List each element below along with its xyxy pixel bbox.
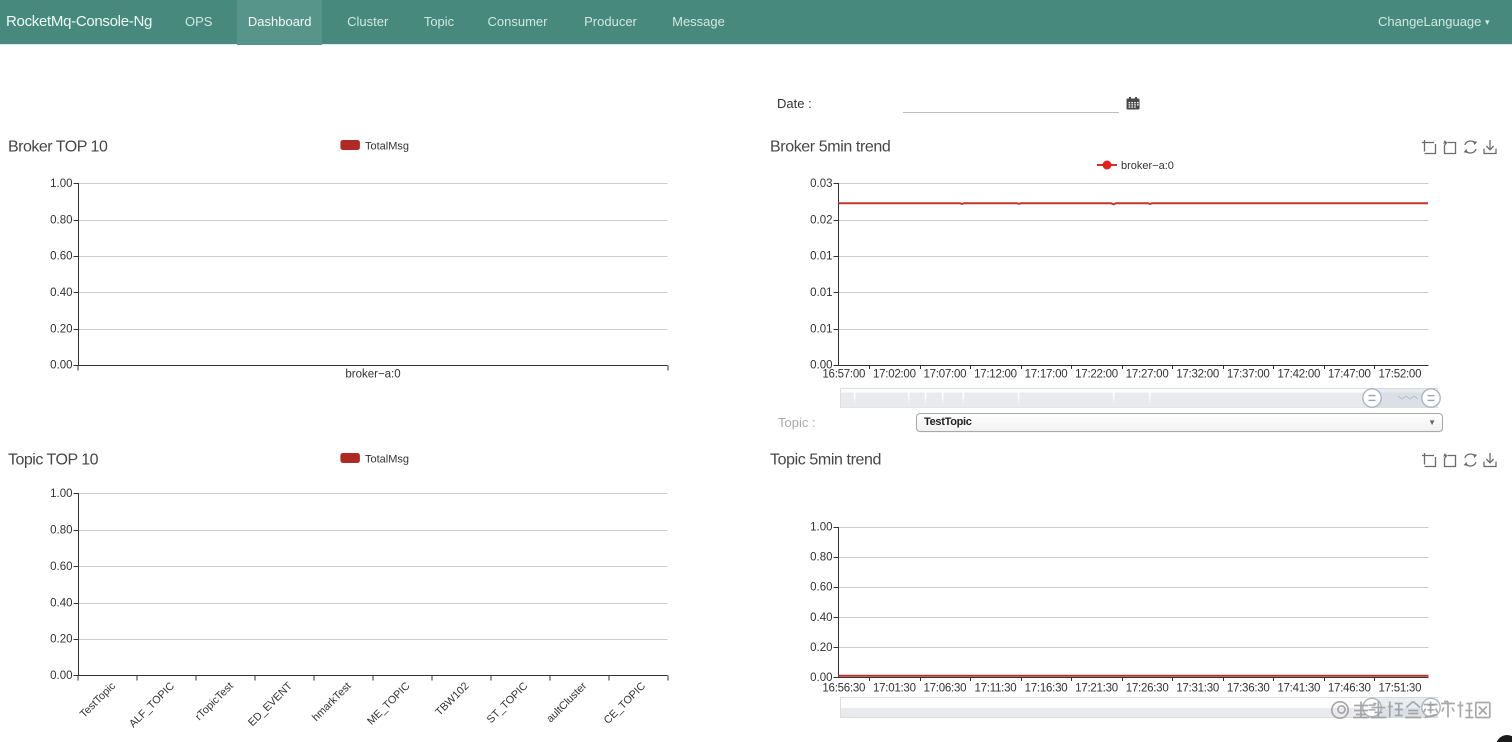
svg-text:0.80: 0.80: [50, 214, 72, 226]
svg-text:0.40: 0.40: [50, 597, 72, 609]
svg-text:17:16:30: 17:16:30: [1025, 683, 1068, 695]
svg-text:17:36:30: 17:36:30: [1227, 683, 1270, 695]
svg-text:17:11:30: 17:11:30: [974, 683, 1016, 695]
svg-text:TBW102: TBW102: [433, 680, 471, 718]
svg-text:17:27:00: 17:27:00: [1126, 369, 1169, 381]
svg-text:CE_TOPIC: CE_TOPIC: [602, 680, 649, 727]
svg-text:Topic TOP 10: Topic TOP 10: [8, 452, 99, 469]
svg-text:17:32:00: 17:32:00: [1176, 369, 1219, 381]
svg-text:broker−a:0: broker−a:0: [345, 369, 400, 381]
svg-text:17:26:30: 17:26:30: [1126, 683, 1169, 695]
svg-text:ALF_TOPIC: ALF_TOPIC: [127, 680, 177, 730]
svg-text:TestTopic: TestTopic: [78, 680, 119, 721]
svg-text:17:37:00: 17:37:00: [1227, 369, 1270, 381]
svg-text:Broker TOP 10: Broker TOP 10: [8, 139, 108, 156]
svg-text:17:41:30: 17:41:30: [1277, 683, 1320, 695]
svg-text:16:56:30: 16:56:30: [822, 683, 865, 695]
svg-text:0.80: 0.80: [50, 525, 72, 537]
svg-text:TotalMsg: TotalMsg: [365, 454, 409, 466]
svg-text:ST_TOPIC: ST_TOPIC: [485, 680, 531, 726]
svg-text:0.01: 0.01: [810, 251, 832, 263]
svg-text:0.00: 0.00: [50, 670, 72, 682]
svg-text:aultCluster: aultCluster: [544, 680, 589, 725]
svg-text:17:12:00: 17:12:00: [974, 369, 1017, 381]
svg-text:17:52:00: 17:52:00: [1378, 369, 1421, 381]
svg-text:1.00: 1.00: [50, 178, 72, 190]
svg-text:0.20: 0.20: [50, 634, 72, 646]
svg-text:0.60: 0.60: [810, 582, 832, 594]
svg-text:1.00: 1.00: [50, 488, 72, 500]
svg-text:0.60: 0.60: [50, 251, 72, 263]
svg-text:0.20: 0.20: [50, 323, 72, 335]
svg-text:17:42:00: 17:42:00: [1277, 369, 1320, 381]
svg-text:TotalMsg: TotalMsg: [365, 141, 409, 153]
svg-text:0.02: 0.02: [810, 214, 832, 226]
svg-text:16:57:00: 16:57:00: [822, 369, 865, 381]
svg-text:0.60: 0.60: [50, 561, 72, 573]
svg-text:17:06:30: 17:06:30: [924, 683, 967, 695]
svg-text:ME_TOPIC: ME_TOPIC: [365, 680, 413, 728]
svg-text:hmarkTest: hmarkTest: [310, 680, 354, 724]
svg-text:0.80: 0.80: [810, 552, 832, 564]
svg-text:17:46:30: 17:46:30: [1328, 683, 1371, 695]
svg-text:17:22:00: 17:22:00: [1075, 369, 1118, 381]
svg-text:0.01: 0.01: [810, 287, 832, 299]
svg-text:1.00: 1.00: [810, 522, 832, 534]
svg-text:0.40: 0.40: [810, 612, 832, 624]
svg-text:17:17:00: 17:17:00: [1025, 369, 1068, 381]
svg-text:broker−a:0: broker−a:0: [1121, 160, 1174, 172]
svg-text:17:01:30: 17:01:30: [873, 683, 916, 695]
svg-text:0.00: 0.00: [50, 360, 72, 372]
svg-text:17:51:30: 17:51:30: [1378, 683, 1421, 695]
svg-text:rTopicTest: rTopicTest: [193, 680, 236, 723]
svg-text:0.03: 0.03: [810, 178, 832, 190]
svg-text:Broker 5min trend: Broker 5min trend: [770, 139, 890, 156]
svg-text:ED_EVENT: ED_EVENT: [246, 680, 295, 729]
svg-text:0.40: 0.40: [50, 287, 72, 299]
svg-text:17:47:00: 17:47:00: [1328, 369, 1371, 381]
svg-text:Topic 5min trend: Topic 5min trend: [770, 452, 881, 469]
svg-text:17:07:00: 17:07:00: [924, 369, 967, 381]
svg-text:0.20: 0.20: [810, 642, 832, 654]
svg-text:17:02:00: 17:02:00: [873, 369, 916, 381]
svg-text:17:31:30: 17:31:30: [1176, 683, 1219, 695]
svg-text:0.01: 0.01: [810, 323, 832, 335]
svg-text:17:21:30: 17:21:30: [1075, 683, 1118, 695]
